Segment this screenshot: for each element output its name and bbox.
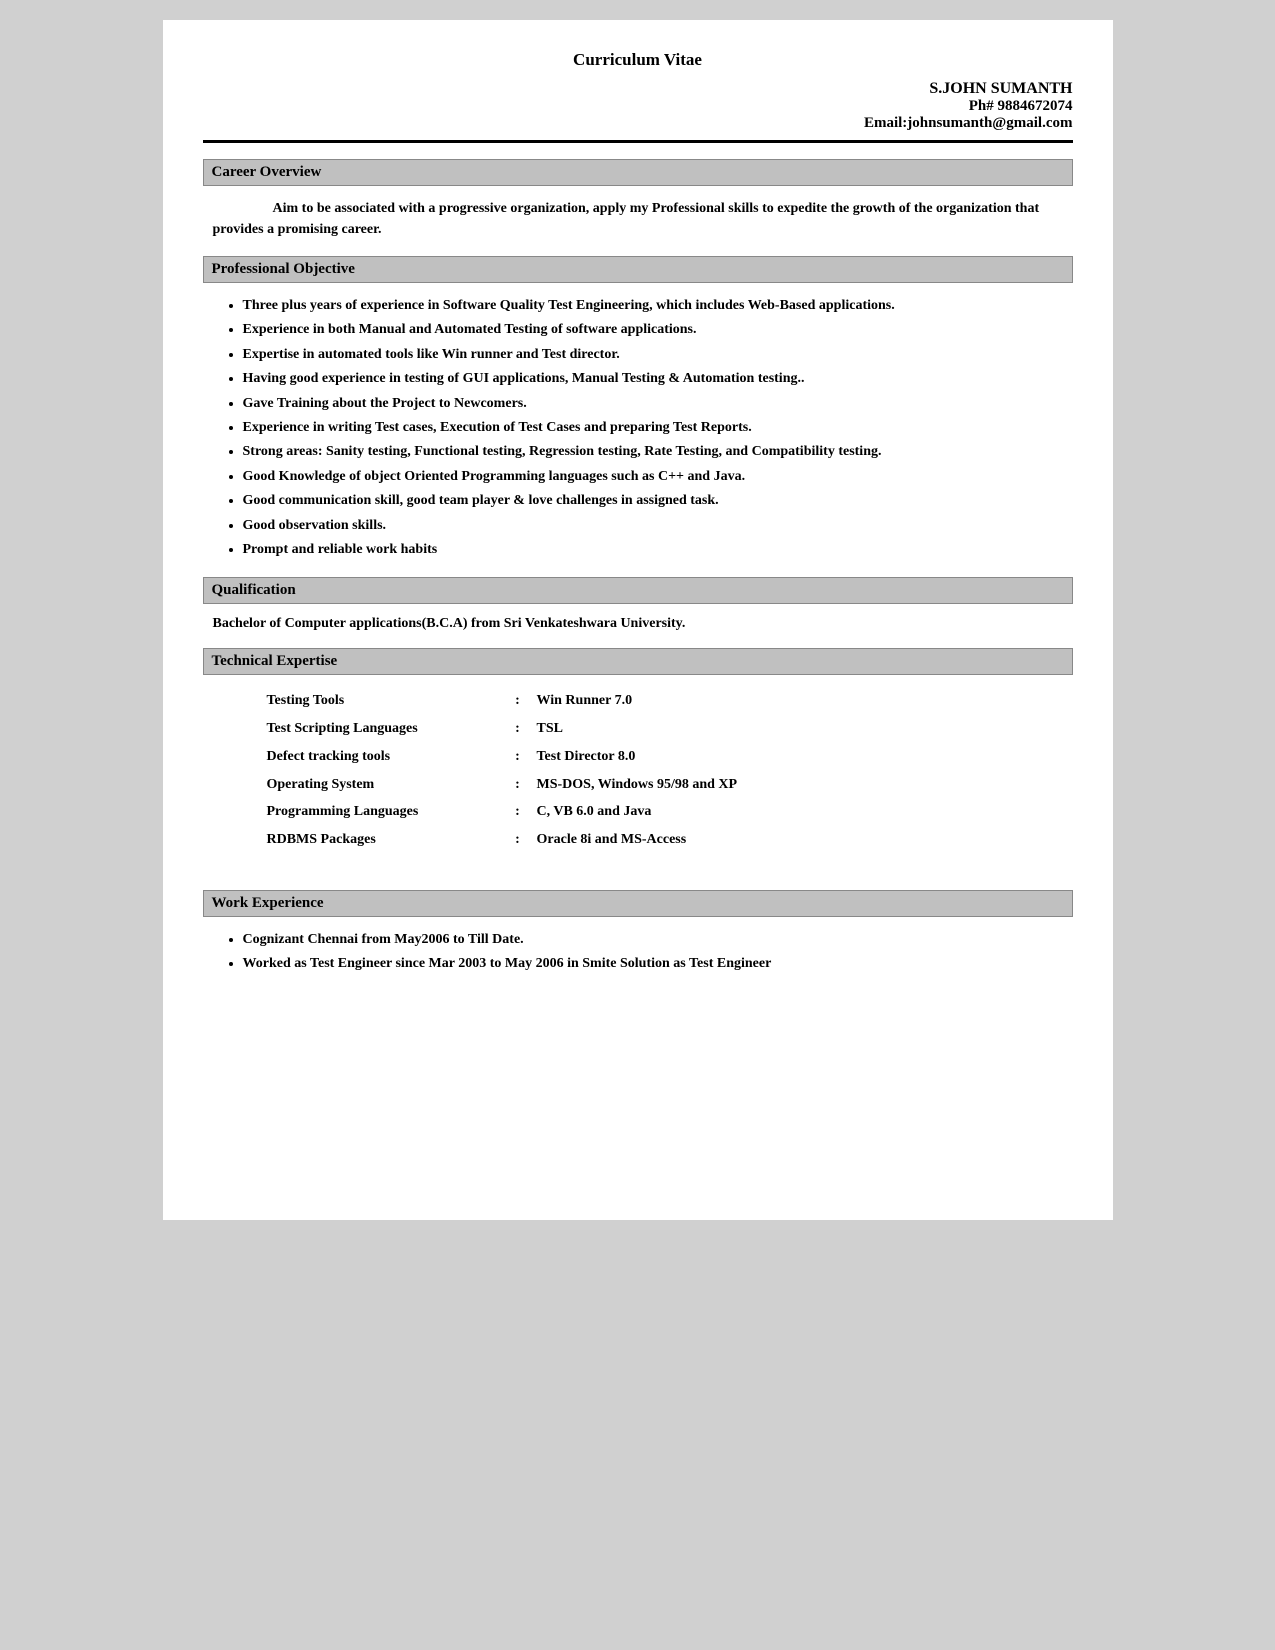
candidate-name: S.JOHN SUMANTH bbox=[203, 80, 1073, 98]
career-overview-text: Aim to be associated with a progressive … bbox=[203, 198, 1073, 240]
list-item: Experience in writing Test cases, Execut… bbox=[243, 417, 1073, 439]
tech-colon: : bbox=[503, 771, 533, 799]
tech-value: Test Director 8.0 bbox=[533, 743, 883, 771]
table-row: RDBMS Packages : Oracle 8i and MS-Access bbox=[263, 826, 883, 854]
technical-expertise-section: Technical Expertise Testing Tools : Win … bbox=[203, 648, 1073, 854]
table-row: Programming Languages : C, VB 6.0 and Ja… bbox=[263, 798, 883, 826]
resume-page: Curriculum Vitae S.JOHN SUMANTH Ph# 9884… bbox=[163, 20, 1113, 1220]
list-item: Prompt and reliable work habits bbox=[243, 539, 1073, 561]
tech-label: Operating System bbox=[263, 771, 503, 799]
list-item: Experience in both Manual and Automated … bbox=[243, 319, 1073, 341]
spacer bbox=[203, 870, 1073, 890]
work-experience-header: Work Experience bbox=[203, 890, 1073, 917]
list-item: Three plus years of experience in Softwa… bbox=[243, 295, 1073, 317]
work-experience-list: Cognizant Chennai from May2006 to Till D… bbox=[203, 929, 1073, 976]
table-row: Operating System : MS-DOS, Windows 95/98… bbox=[263, 771, 883, 799]
tech-colon: : bbox=[503, 798, 533, 826]
tech-value: TSL bbox=[533, 715, 883, 743]
tech-value: MS-DOS, Windows 95/98 and XP bbox=[533, 771, 883, 799]
table-row: Test Scripting Languages : TSL bbox=[263, 715, 883, 743]
tech-colon: : bbox=[503, 743, 533, 771]
professional-objective-list: Three plus years of experience in Softwa… bbox=[203, 295, 1073, 561]
table-row: Testing Tools : Win Runner 7.0 bbox=[263, 687, 883, 715]
tech-colon: : bbox=[503, 826, 533, 854]
tech-value: Win Runner 7.0 bbox=[533, 687, 883, 715]
candidate-email: Email:johnsumanth@gmail.com bbox=[203, 115, 1073, 132]
table-row: Defect tracking tools : Test Director 8.… bbox=[263, 743, 883, 771]
qualification-text: Bachelor of Computer applications(B.C.A)… bbox=[203, 616, 1073, 632]
list-item: Strong areas: Sanity testing, Functional… bbox=[243, 441, 1073, 463]
qualification-section: Qualification Bachelor of Computer appli… bbox=[203, 577, 1073, 632]
candidate-phone: Ph# 9884672074 bbox=[203, 98, 1073, 115]
header-divider bbox=[203, 140, 1073, 143]
list-item: Gave Training about the Project to Newco… bbox=[243, 393, 1073, 415]
cv-title: Curriculum Vitae bbox=[203, 50, 1073, 70]
career-overview-header: Career Overview bbox=[203, 159, 1073, 186]
tech-label: RDBMS Packages bbox=[263, 826, 503, 854]
work-experience-section: Work Experience Cognizant Chennai from M… bbox=[203, 890, 1073, 976]
list-item: Expertise in automated tools like Win ru… bbox=[243, 344, 1073, 366]
list-item: Good Knowledge of object Oriented Progra… bbox=[243, 466, 1073, 488]
tech-label: Programming Languages bbox=[263, 798, 503, 826]
tech-label: Defect tracking tools bbox=[263, 743, 503, 771]
tech-colon: : bbox=[503, 715, 533, 743]
professional-objective-header: Professional Objective bbox=[203, 256, 1073, 283]
technical-expertise-header: Technical Expertise bbox=[203, 648, 1073, 675]
tech-value: Oracle 8i and MS-Access bbox=[533, 826, 883, 854]
technical-expertise-table: Testing Tools : Win Runner 7.0 Test Scri… bbox=[263, 687, 883, 854]
qualification-header: Qualification bbox=[203, 577, 1073, 604]
list-item: Having good experience in testing of GUI… bbox=[243, 368, 1073, 390]
header-info: S.JOHN SUMANTH Ph# 9884672074 Email:john… bbox=[203, 80, 1073, 132]
list-item: Good observation skills. bbox=[243, 515, 1073, 537]
tech-colon: : bbox=[503, 687, 533, 715]
professional-objective-section: Professional Objective Three plus years … bbox=[203, 256, 1073, 561]
list-item: Worked as Test Engineer since Mar 2003 t… bbox=[243, 953, 1073, 975]
tech-label: Test Scripting Languages bbox=[263, 715, 503, 743]
tech-value: C, VB 6.0 and Java bbox=[533, 798, 883, 826]
career-overview-section: Career Overview Aim to be associated wit… bbox=[203, 159, 1073, 240]
tech-label: Testing Tools bbox=[263, 687, 503, 715]
list-item: Cognizant Chennai from May2006 to Till D… bbox=[243, 929, 1073, 951]
list-item: Good communication skill, good team play… bbox=[243, 490, 1073, 512]
